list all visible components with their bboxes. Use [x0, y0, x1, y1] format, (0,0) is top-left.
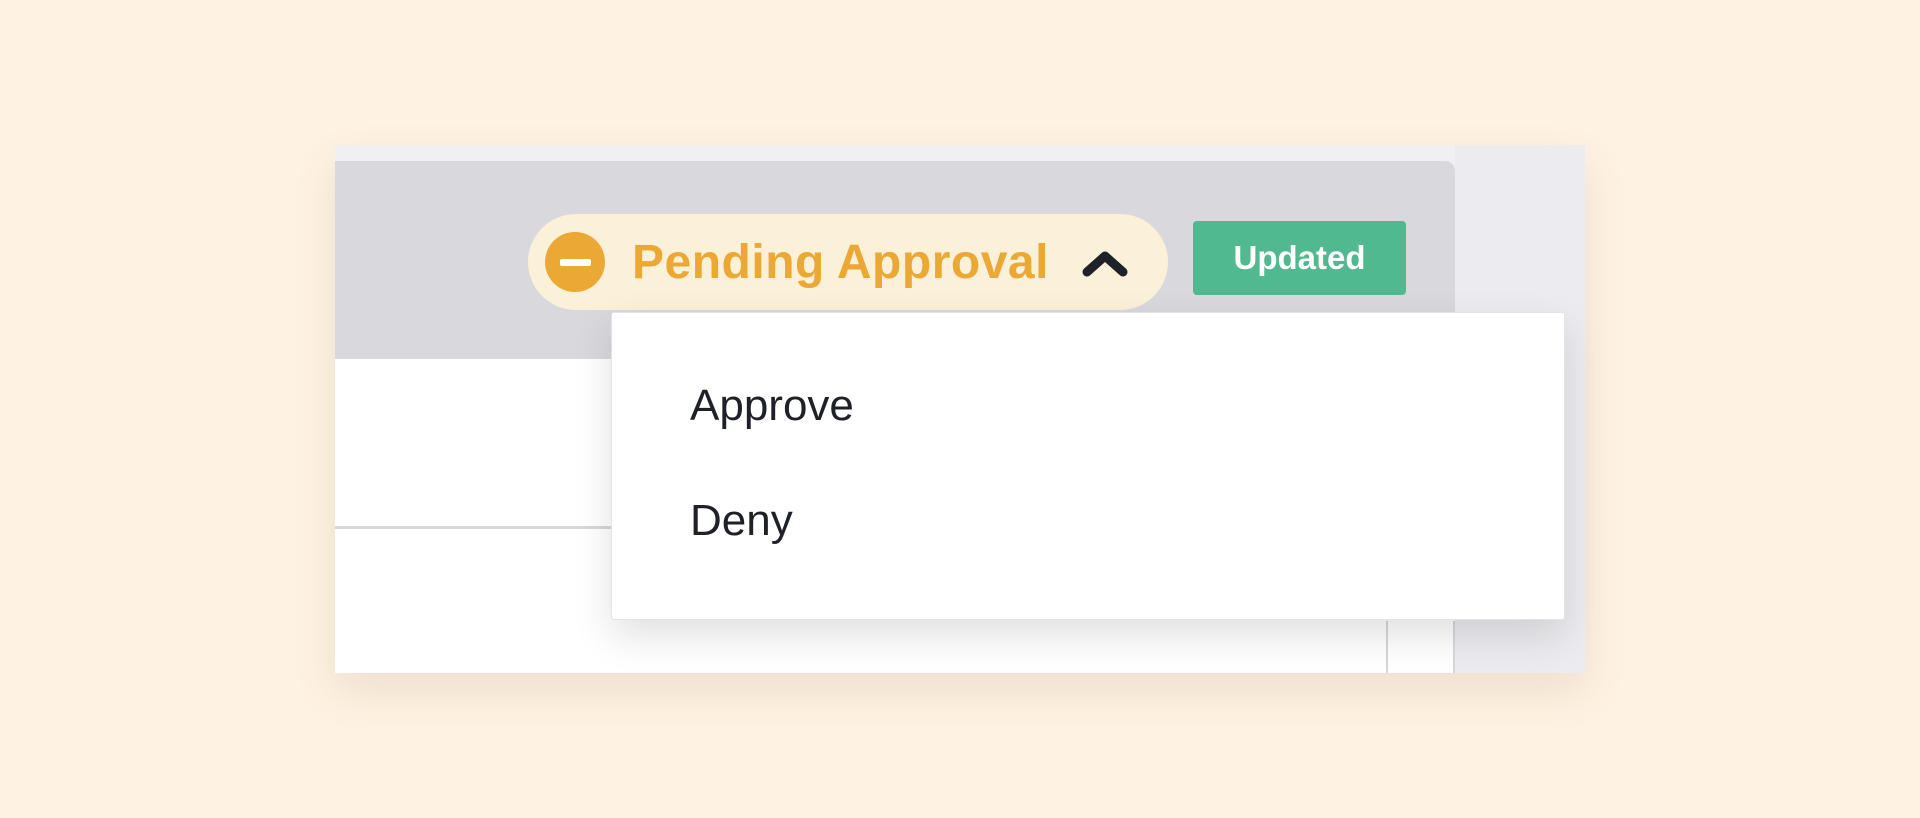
status-dropdown-toggle[interactable]: Pending Approval	[528, 214, 1168, 310]
table-column-divider	[1386, 621, 1388, 673]
status-dropdown-menu: Approve Deny	[611, 312, 1565, 620]
updated-badge: Updated	[1193, 221, 1406, 295]
status-label: Pending Approval	[632, 235, 1049, 289]
menu-item-approve[interactable]: Approve	[690, 381, 854, 431]
menu-item-deny[interactable]: Deny	[690, 496, 793, 546]
chevron-up-icon[interactable]	[1079, 242, 1131, 282]
pending-icon	[545, 232, 605, 292]
